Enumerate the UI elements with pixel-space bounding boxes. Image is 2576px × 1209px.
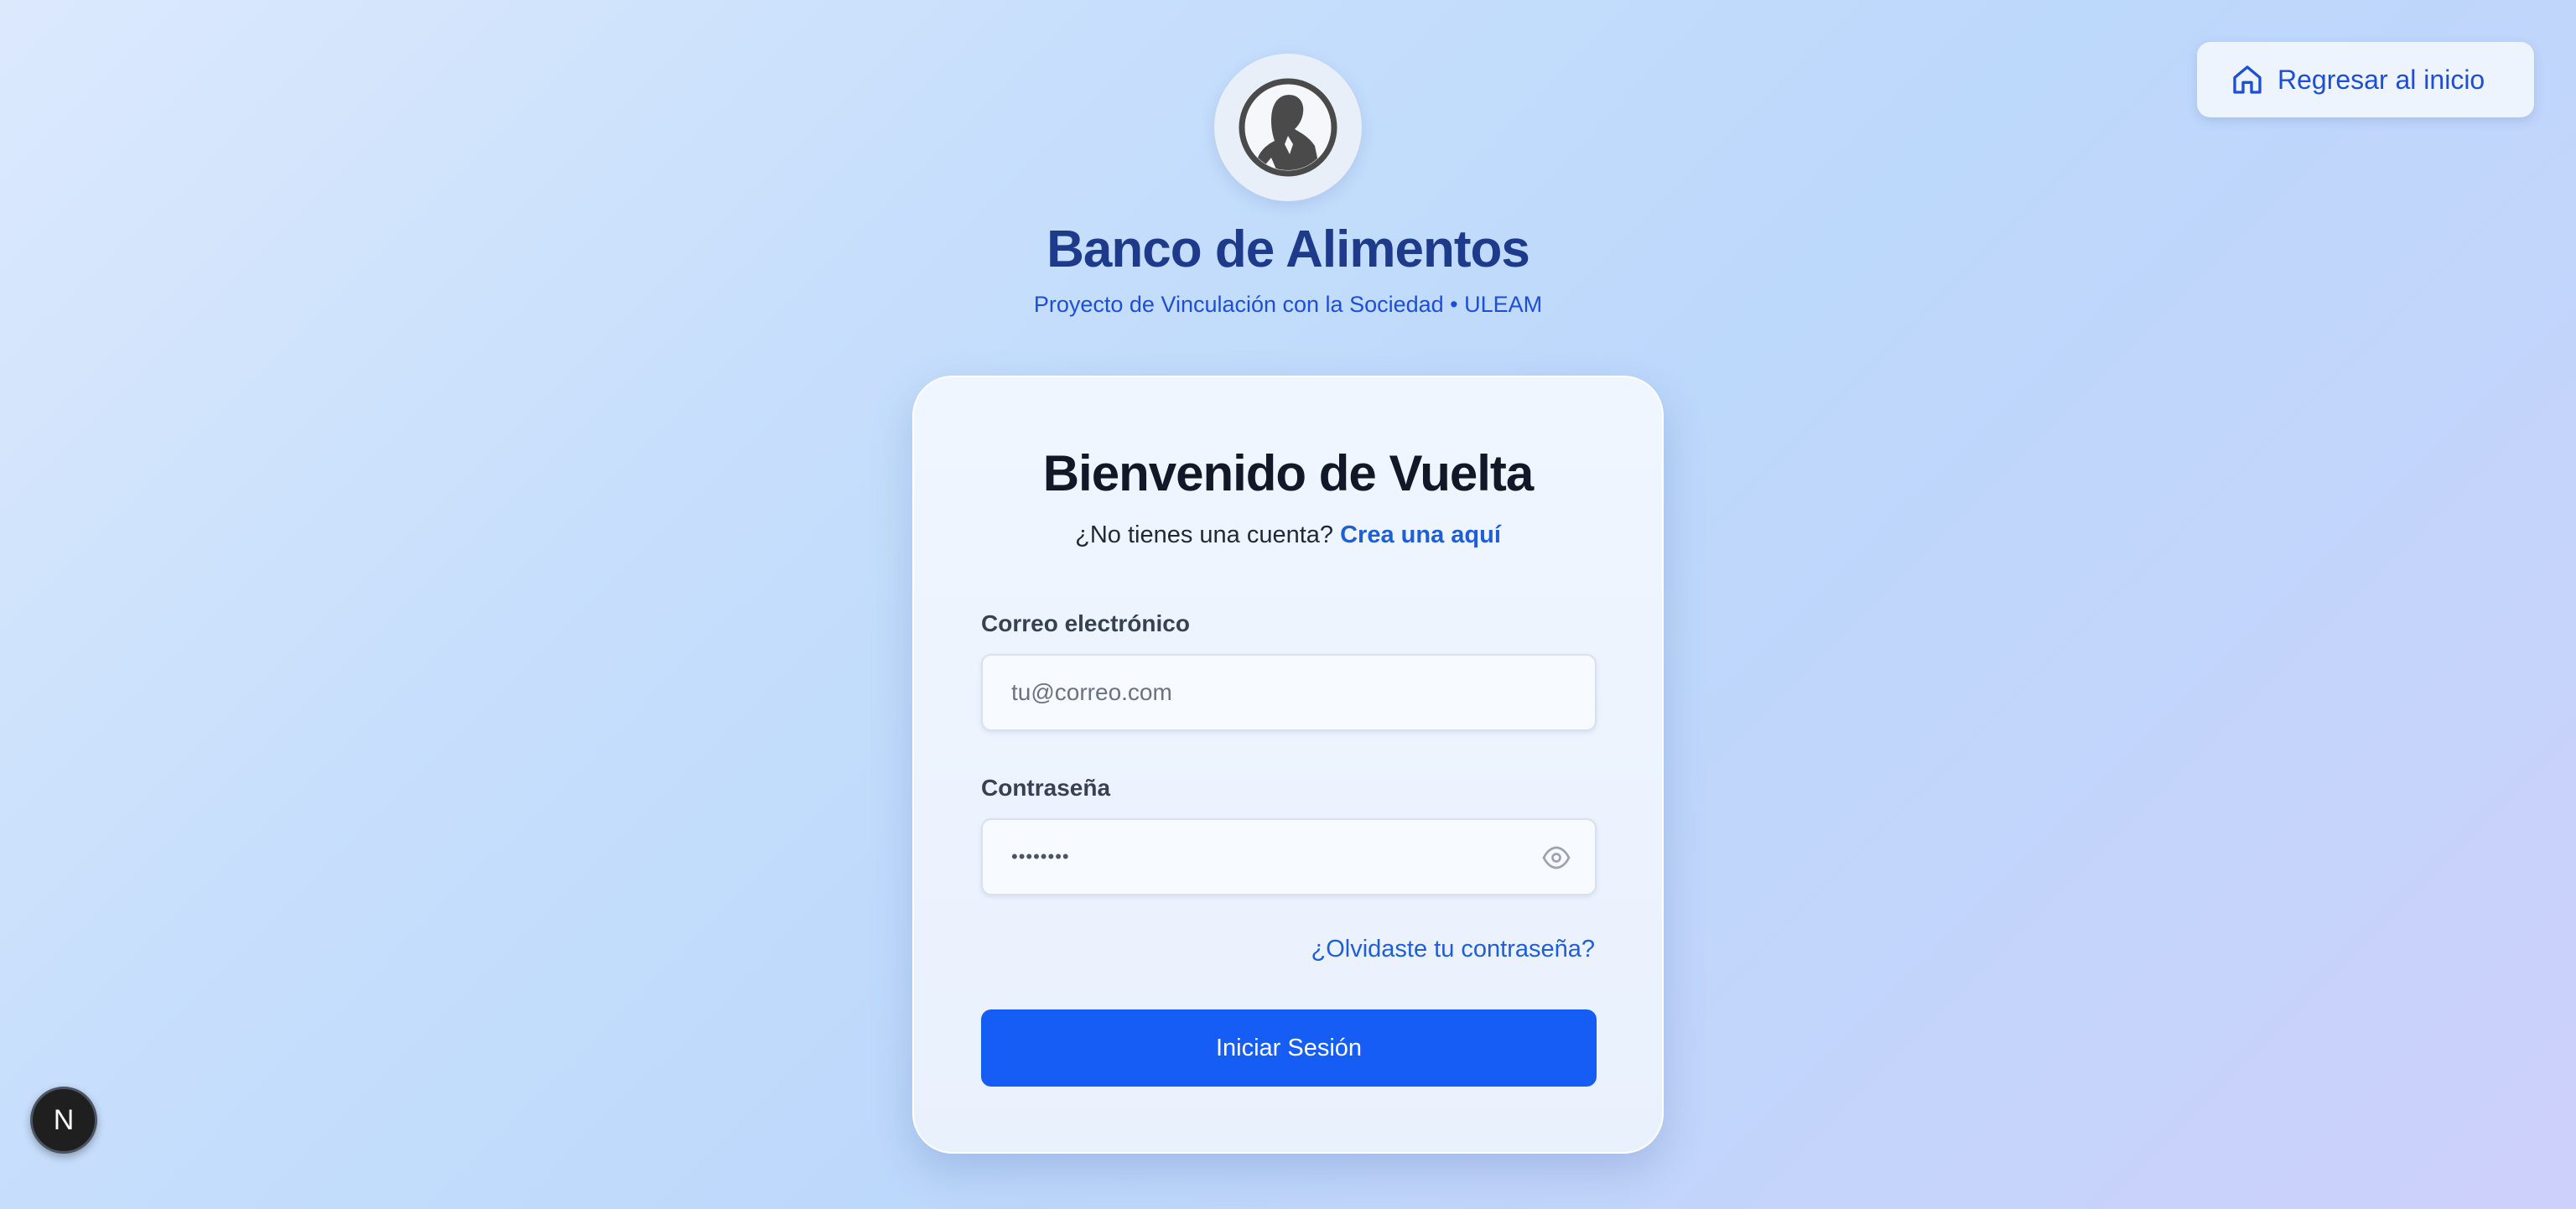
password-field[interactable]: ••••••••: [1011, 846, 1070, 868]
password-field-wrapper: ••••••••: [981, 818, 1597, 895]
brand-title: Banco de Alimentos: [1046, 221, 1530, 278]
password-label: Contraseña: [981, 775, 1111, 801]
brand-subtitle: Proyecto de Vinculación con la Sociedad …: [1033, 292, 1543, 317]
login-card: Bienvenido de Vuelta ¿No tienes una cuen…: [912, 376, 1664, 1154]
home-icon: [2233, 65, 2262, 94]
forgot-password-link[interactable]: ¿Olvidaste tu contraseña?: [1311, 936, 1595, 963]
login-title: Bienvenido de Vuelta: [1042, 445, 1535, 501]
logo: [1214, 54, 1362, 201]
signup-prompt: ¿No tienes una cuenta? Crea una aquí: [914, 521, 1662, 549]
no-account-text: ¿No tienes una cuenta?: [1075, 521, 1334, 548]
home-button[interactable]: Regresar al inicio: [2197, 42, 2534, 117]
create-account-link[interactable]: Crea una aquí: [1340, 521, 1501, 548]
email-label: Correo electrónico: [981, 610, 1190, 636]
login-button[interactable]: Iniciar Sesión: [981, 1009, 1597, 1087]
portrait-logo-icon: [1239, 78, 1337, 177]
dev-tools-badge[interactable]: N: [30, 1087, 97, 1154]
email-field-wrapper: [981, 654, 1597, 731]
email-field[interactable]: [1011, 679, 1531, 706]
home-button-label: Regresar al inicio: [2277, 64, 2485, 95]
eye-icon[interactable]: [1540, 843, 1573, 873]
